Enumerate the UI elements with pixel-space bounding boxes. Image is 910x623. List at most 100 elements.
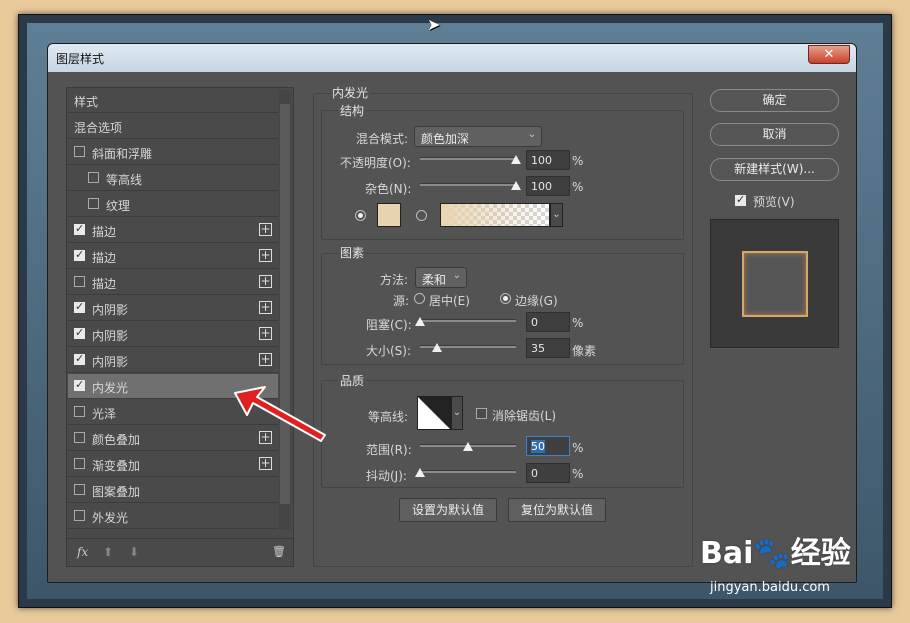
style-list-item[interactable]: 样式	[68, 88, 278, 113]
style-checkbox[interactable]	[74, 276, 85, 287]
style-checkbox[interactable]	[74, 432, 85, 443]
move-up-icon[interactable]: ⬆	[103, 545, 113, 559]
trash-icon[interactable]: 🗑	[272, 545, 286, 558]
blend-mode-select[interactable]: 颜色加深 ⌄	[414, 126, 542, 147]
range-slider-knob[interactable]	[463, 442, 473, 451]
add-instance-icon[interactable]: +	[259, 275, 272, 288]
move-down-icon[interactable]: ⬇	[129, 545, 139, 559]
layer-style-dialog: 图层样式 ✕ 样式混合选项斜面和浮雕等高线纹理描边 + 描边 + 描边 + 内阴影 + 内阴影 +…	[47, 43, 857, 583]
contour-preview[interactable]	[417, 396, 451, 430]
antialias-label[interactable]: 消除锯齿(L)	[492, 407, 556, 424]
opacity-slider[interactable]	[420, 155, 521, 164]
cancel-button[interactable]: 取消	[710, 123, 839, 146]
preview-checkbox[interactable]	[735, 193, 746, 206]
title-bar: 图层样式 ✕	[48, 44, 856, 72]
style-list-item[interactable]: 渐变叠加 +	[68, 452, 278, 477]
style-list-item[interactable]: 描边 +	[68, 218, 278, 243]
style-list-item[interactable]: 内阴影 +	[68, 296, 278, 321]
add-instance-icon[interactable]: +	[259, 301, 272, 314]
style-checkbox[interactable]	[74, 352, 85, 365]
style-checkbox[interactable]	[74, 300, 85, 313]
gradient-radio[interactable]	[416, 210, 427, 221]
style-list-label: 等高线	[106, 173, 143, 187]
jitter-slider-knob[interactable]	[415, 468, 425, 477]
source-edge-label[interactable]: 边缘(G)	[515, 292, 558, 309]
style-list-item[interactable]: 描边 +	[68, 244, 278, 269]
style-checkbox[interactable]	[88, 172, 99, 183]
style-list-item[interactable]: 混合选项	[68, 114, 278, 139]
close-button[interactable]: ✕	[808, 45, 850, 64]
list-scrollbar[interactable]	[279, 90, 291, 530]
style-list-item[interactable]: 内阴影 +	[68, 348, 278, 373]
range-percent: %	[572, 441, 584, 455]
style-checkbox[interactable]	[74, 378, 85, 391]
color-radio[interactable]	[355, 210, 366, 221]
style-list-label: 内发光	[92, 381, 129, 395]
jitter-percent: %	[572, 467, 584, 481]
noise-slider[interactable]	[420, 181, 521, 190]
style-checkbox[interactable]	[74, 146, 85, 157]
jitter-input[interactable]: 0	[526, 463, 570, 483]
opacity-slider-knob[interactable]	[511, 155, 521, 164]
add-instance-icon[interactable]: +	[259, 223, 272, 236]
reset-default-button[interactable]: 复位为默认值	[508, 498, 606, 522]
technique-select[interactable]: 柔和 ⌄	[415, 267, 467, 288]
add-instance-icon[interactable]: +	[259, 327, 272, 340]
set-default-button[interactable]: 设置为默认值	[399, 498, 497, 522]
style-checkbox[interactable]	[74, 510, 85, 521]
range-input[interactable]: 50	[526, 436, 570, 456]
add-instance-icon[interactable]: +	[259, 457, 272, 470]
add-instance-icon[interactable]: +	[259, 353, 272, 366]
style-checkbox[interactable]	[74, 458, 85, 469]
ok-button[interactable]: 确定	[710, 89, 839, 112]
blend-mode-label: 混合模式:	[356, 132, 409, 146]
choke-input[interactable]: 0	[526, 312, 570, 332]
style-list-item[interactable]: 图案叠加	[68, 478, 278, 503]
opacity-input[interactable]: 100	[526, 150, 570, 170]
style-list-label: 描边	[92, 277, 117, 291]
style-checkbox[interactable]	[74, 248, 85, 261]
layer-style-list: 样式混合选项斜面和浮雕等高线纹理描边 + 描边 + 描边 + 内阴影 + 内阴影 + 内阴影 + 内发光…	[66, 87, 294, 567]
jitter-slider[interactable]	[415, 468, 516, 477]
style-checkbox[interactable]	[74, 406, 85, 417]
style-checkbox[interactable]	[74, 484, 85, 495]
noise-input[interactable]: 100	[526, 176, 570, 196]
style-list-item[interactable]: 内阴影 +	[68, 322, 278, 347]
chevron-down-icon[interactable]: ⌄	[550, 203, 563, 227]
preview-thumbnail	[742, 251, 808, 317]
style-list-item[interactable]: 斜面和浮雕	[68, 140, 278, 165]
style-list-label: 斜面和浮雕	[92, 147, 153, 161]
fx-icon[interactable]: fx	[77, 545, 88, 559]
antialias-checkbox[interactable]	[476, 408, 487, 419]
style-list-item[interactable]: 纹理	[68, 192, 278, 217]
chevron-down-icon[interactable]: ⌄	[451, 396, 463, 430]
red-arrow-annotation	[234, 386, 326, 442]
range-slider[interactable]	[420, 442, 516, 451]
size-slider-knob[interactable]	[432, 343, 443, 352]
choke-slider-knob[interactable]	[415, 317, 425, 326]
style-checkbox[interactable]	[74, 222, 85, 235]
mouse-cursor-icon: ➤	[427, 15, 441, 34]
size-input[interactable]: 35	[526, 338, 570, 358]
style-checkbox[interactable]	[88, 198, 99, 209]
style-list-item[interactable]: 外发光	[68, 504, 278, 529]
source-center-radio[interactable]	[414, 293, 425, 304]
size-unit: 像素	[572, 344, 597, 358]
choke-slider[interactable]	[415, 317, 516, 326]
style-checkbox[interactable]	[74, 326, 85, 339]
source-center-label[interactable]: 居中(E)	[429, 292, 470, 309]
opacity-percent: %	[572, 154, 584, 168]
preview-label[interactable]: 预览(V)	[753, 193, 795, 210]
new-style-button[interactable]: 新建样式(W)...	[710, 158, 839, 181]
style-list-item[interactable]: 等高线	[68, 166, 278, 191]
noise-label: 杂色(N):	[365, 182, 412, 196]
add-instance-icon[interactable]: +	[259, 249, 272, 262]
style-list-item[interactable]: 描边 +	[68, 270, 278, 295]
inner-glow-title: 内发光	[330, 84, 371, 101]
source-edge-radio[interactable]	[500, 293, 511, 304]
noise-slider-knob[interactable]	[511, 181, 521, 190]
glow-color-swatch[interactable]	[377, 203, 401, 227]
gradient-picker[interactable]	[440, 203, 550, 227]
size-slider[interactable]	[420, 343, 516, 352]
style-list-label: 纹理	[106, 199, 131, 213]
